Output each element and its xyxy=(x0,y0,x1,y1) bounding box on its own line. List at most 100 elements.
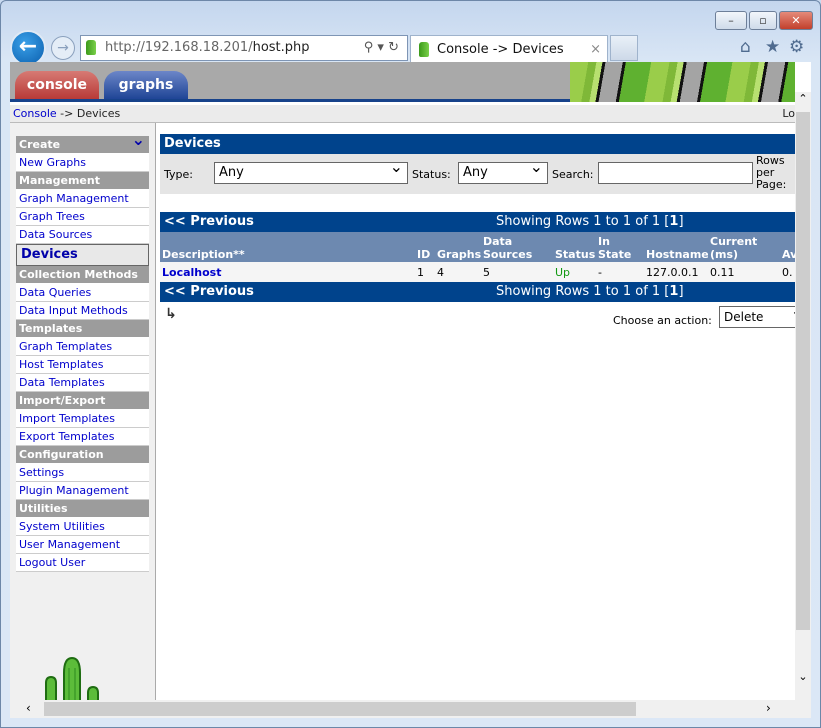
gear-icon[interactable]: ⚙ xyxy=(789,37,804,57)
star-icon[interactable]: ★ xyxy=(765,37,780,57)
action-value: Delete xyxy=(724,310,764,324)
bracket: ] xyxy=(678,214,684,229)
pagination-bottom: << Previous Showing Rows 1 to 1 of 1 [1] xyxy=(160,282,800,302)
sidebar-item-data-templates[interactable]: Data Templates xyxy=(16,374,149,392)
sidebar-section-header: Configuration xyxy=(16,446,149,464)
url-path: host.php xyxy=(252,40,310,55)
cell-graphs: 4 xyxy=(435,262,481,282)
previous-link[interactable]: << Previous xyxy=(160,214,254,229)
back-button[interactable]: ← xyxy=(10,30,46,66)
sidebar-item-data-input-methods[interactable]: Data Input Methods xyxy=(16,302,149,320)
search-label: Search: xyxy=(552,168,594,181)
bracket: ] xyxy=(678,284,684,299)
sidebar-item-import-templates[interactable]: Import Templates xyxy=(16,410,149,428)
horizontal-scrollbar[interactable]: ‹ › xyxy=(10,700,795,718)
close-window-button[interactable]: ✕ xyxy=(779,11,813,30)
header-banner: console graphs xyxy=(10,62,795,102)
sidebar-item-data-queries[interactable]: Data Queries xyxy=(16,284,149,302)
sidebar-item-system-utilities[interactable]: System Utilities xyxy=(16,518,149,536)
site-favicon xyxy=(86,40,96,55)
sidebar-item-user-management[interactable]: User Management xyxy=(16,536,149,554)
tab-favicon xyxy=(419,42,429,57)
pagination-top: << Previous Showing Rows 1 to 1 of 1 [1] xyxy=(160,212,800,232)
sidebar-item-graph-templates[interactable]: Graph Templates xyxy=(16,338,149,356)
cell-id: 1 xyxy=(415,262,435,282)
breadcrumb-console-link[interactable]: Console xyxy=(13,107,57,120)
cell-data-sources: 5 xyxy=(481,262,553,282)
horizontal-scroll-thumb[interactable] xyxy=(44,702,636,716)
devices-table: Description** ID Graphs Data Sources Status I… xyxy=(160,232,800,282)
cell-in-state: - xyxy=(596,262,644,282)
forward-button[interactable]: → xyxy=(51,36,75,60)
showing-rows: Showing Rows 1 to 1 of 1 [1] xyxy=(496,212,684,232)
sidebar-item-plugin-management[interactable]: Plugin Management xyxy=(16,482,149,500)
column-header[interactable]: Graphs xyxy=(435,232,481,262)
sidebar-item-new-graphs[interactable]: New Graphs xyxy=(16,154,149,172)
main-content: Devices Type: Any Status: Any Search: Ro… xyxy=(160,134,809,332)
sidebar-section-header: Management xyxy=(16,172,149,190)
status-value: Any xyxy=(463,165,488,180)
sidebar-menu: Create New Graphs Management Graph Manageme… xyxy=(16,136,149,572)
tab-console[interactable]: console xyxy=(15,71,99,99)
device-link[interactable]: Localhost xyxy=(162,266,221,279)
home-icon[interactable]: ⌂ xyxy=(740,37,751,57)
status-label: Status: xyxy=(412,168,451,181)
url-host: http://192.168.18.201/ xyxy=(105,40,253,55)
tab-graphs[interactable]: graphs xyxy=(104,71,188,99)
banner-artwork xyxy=(570,62,795,102)
new-tab-button[interactable] xyxy=(610,35,638,61)
vertical-scroll-thumb[interactable] xyxy=(796,112,810,630)
breadcrumb: Console -> Devices Lo xyxy=(10,105,795,123)
sidebar: Create New Graphs Management Graph Manageme… xyxy=(10,123,156,718)
logout-link[interactable]: Lo xyxy=(782,105,795,123)
browser-tab[interactable]: Console -> Devices × xyxy=(410,35,608,63)
sidebar-section-header: Collection Methods xyxy=(16,266,149,284)
search-input[interactable] xyxy=(598,162,753,184)
showing-rows-bottom: Showing Rows 1 to 1 of 1 [1] xyxy=(496,282,684,302)
type-select[interactable]: Any xyxy=(214,157,408,184)
vertical-scrollbar[interactable]: ⌃ ⌄ xyxy=(795,92,811,718)
sidebar-section-header: Import/Export xyxy=(16,392,149,410)
sidebar-item-export-templates[interactable]: Export Templates xyxy=(16,428,149,446)
column-header[interactable]: Current (ms) xyxy=(708,232,780,262)
cell-status: Up xyxy=(553,262,596,282)
action-label: Choose an action: xyxy=(613,314,712,327)
breadcrumb-current: -> Devices xyxy=(56,107,121,120)
sidebar-item-devices[interactable]: Devices xyxy=(16,244,149,266)
select-arrow-icon: ↳ xyxy=(165,306,177,322)
previous-link-bottom[interactable]: << Previous xyxy=(160,284,254,299)
maximize-button[interactable]: ▫ xyxy=(749,11,777,30)
status-select[interactable]: Any xyxy=(458,157,548,184)
sidebar-item-host-templates[interactable]: Host Templates xyxy=(16,356,149,374)
filter-bar: Type: Any Status: Any Search: Rows per P… xyxy=(160,154,800,194)
address-bar[interactable]: http://192.168.18.201/host.php ⚲ ▾ ↻ xyxy=(80,35,408,61)
sidebar-item-logout-user[interactable]: Logout User xyxy=(16,554,149,572)
type-label: Type: xyxy=(164,168,193,181)
sidebar-section-header: Templates xyxy=(16,320,149,338)
sidebar-item-settings[interactable]: Settings xyxy=(16,464,149,482)
sidebar-item-graph-trees[interactable]: Graph Trees xyxy=(16,208,149,226)
sidebar-section-header: Utilities xyxy=(16,500,149,518)
cell-hostname: 127.0.0.1 xyxy=(644,262,708,282)
minimize-button[interactable]: – xyxy=(715,11,747,30)
column-header[interactable]: Hostname xyxy=(644,232,708,262)
column-header[interactable]: Status xyxy=(553,232,596,262)
tab-close-icon[interactable]: × xyxy=(590,36,601,63)
sidebar-item-graph-management[interactable]: Graph Management xyxy=(16,190,149,208)
sidebar-section-header: Create xyxy=(16,136,149,154)
column-header[interactable]: In State xyxy=(596,232,644,262)
search-refresh-icons[interactable]: ⚲ ▾ ↻ xyxy=(364,36,399,60)
page-title: Devices xyxy=(160,134,800,154)
type-value: Any xyxy=(219,165,244,180)
column-header[interactable]: Data Sources xyxy=(481,232,553,262)
table-row: Localhost 1 4 5 Up - 127.0.0.1 0.11 0. xyxy=(160,262,800,282)
showing-text: Showing Rows 1 to 1 of 1 [ xyxy=(496,284,670,299)
column-header[interactable]: Description** xyxy=(160,232,415,262)
page-viewport: console graphs Console -> Devices Lo Cre… xyxy=(10,62,811,718)
showing-text: Showing Rows 1 to 1 of 1 [ xyxy=(496,214,670,229)
cell-current: 0.11 xyxy=(708,262,780,282)
column-header[interactable]: ID xyxy=(415,232,435,262)
sidebar-item-data-sources[interactable]: Data Sources xyxy=(16,226,149,244)
tab-title: Console -> Devices xyxy=(437,42,564,57)
rows-per-page-label: Rows per Page: xyxy=(756,154,787,191)
